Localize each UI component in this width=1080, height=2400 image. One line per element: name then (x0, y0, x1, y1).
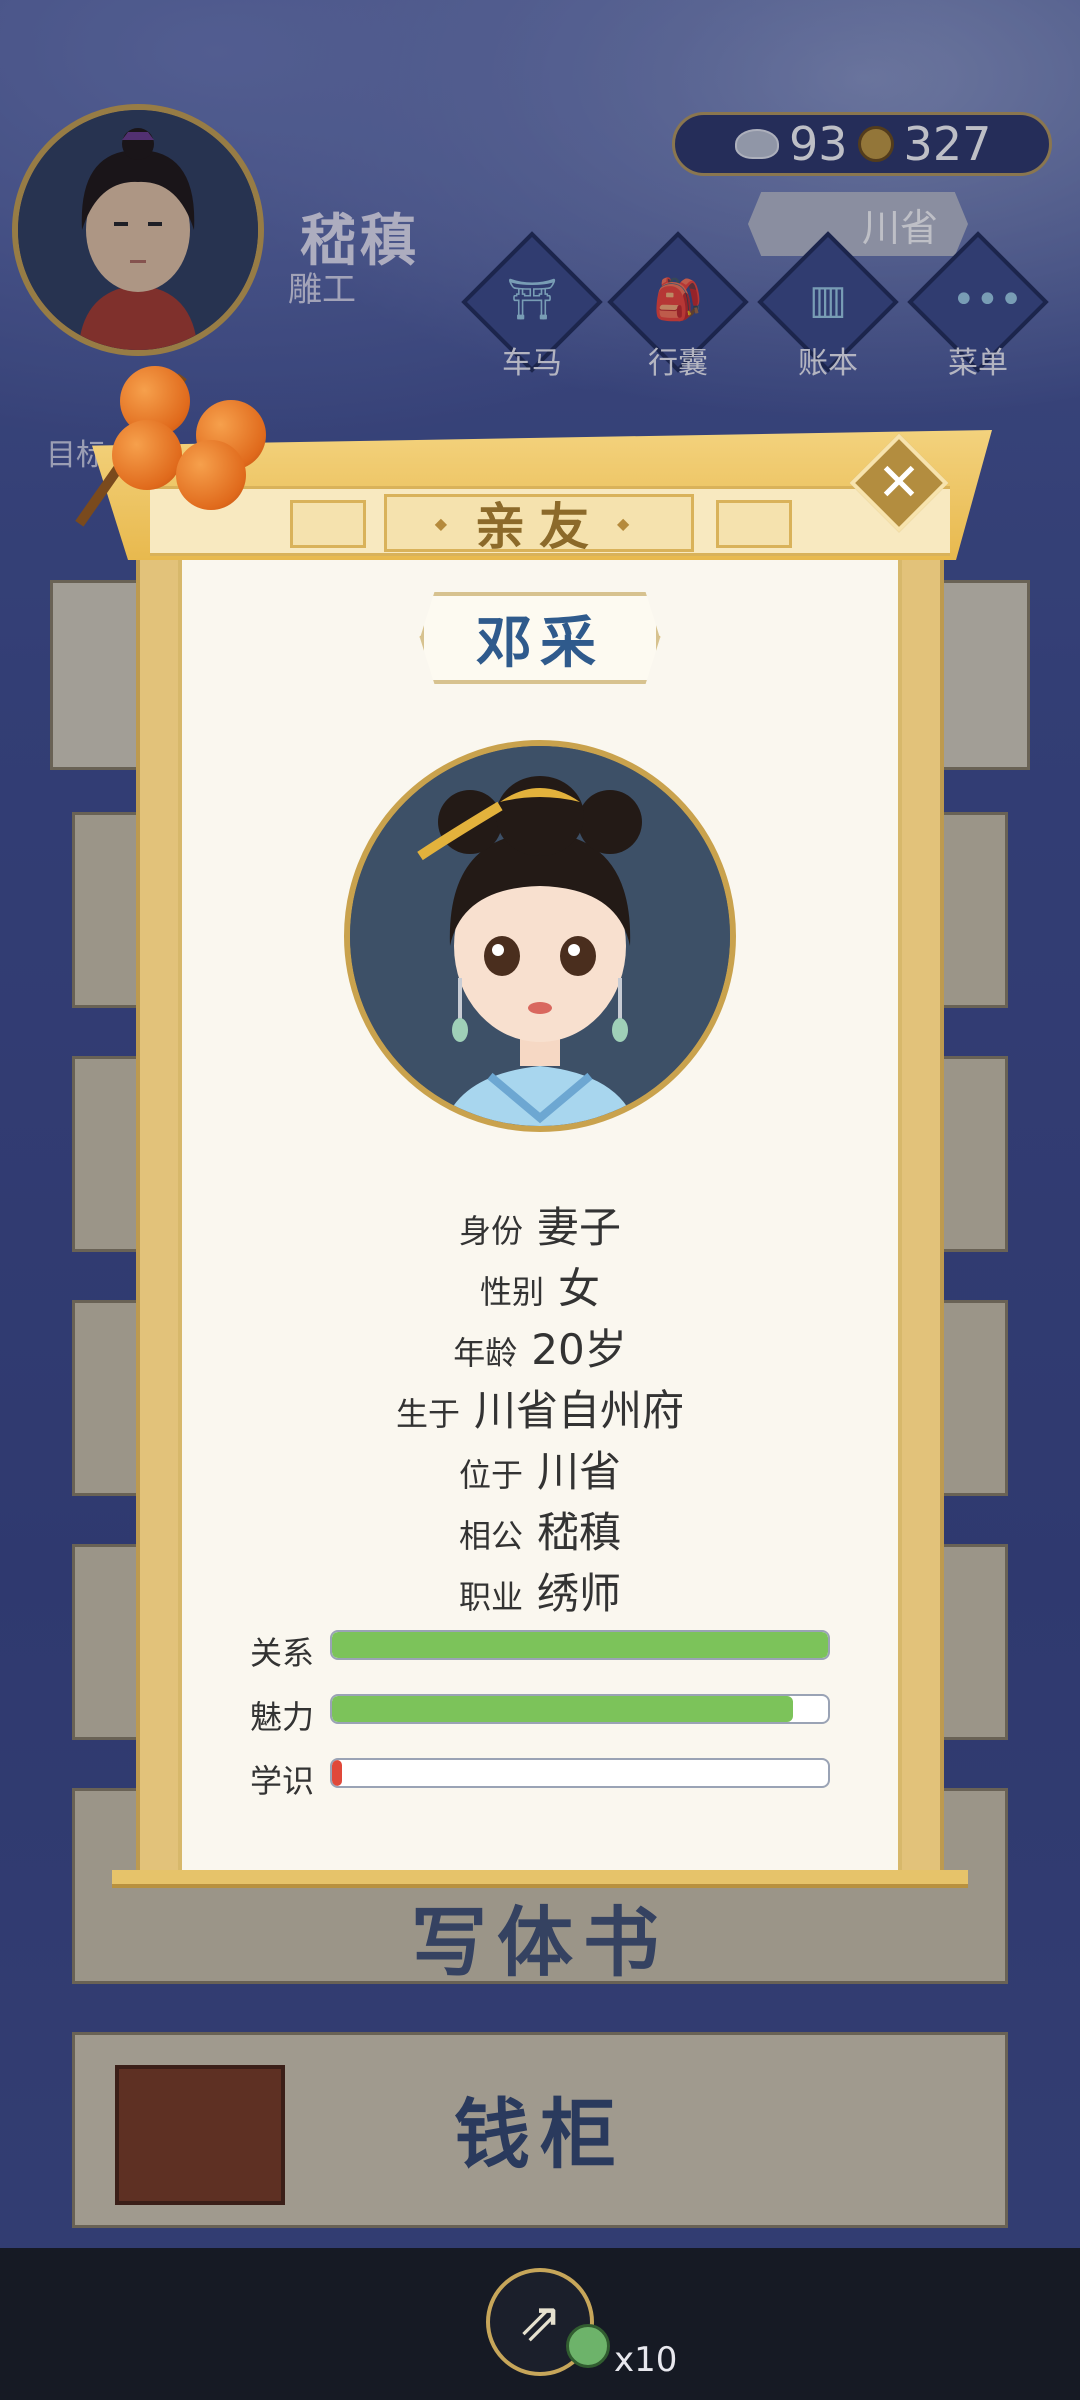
info-identity: 身份 妻子 (458, 1203, 622, 1252)
relationship-bar: 关系 (250, 1628, 830, 1672)
character-name-plate: 邓采 (420, 592, 660, 684)
knowledge-bar: 学识 (250, 1756, 830, 1800)
charm-bar-fill (332, 1696, 794, 1722)
header-ornament-left (290, 500, 366, 548)
knowledge-bar-fill (332, 1760, 342, 1786)
header-ornament-right (716, 500, 792, 548)
dialog-bottom-rod (112, 1870, 968, 1888)
close-icon[interactable]: ✕ (864, 448, 934, 518)
character-name: 邓采 (476, 610, 604, 676)
info-gender: 性别女 (479, 1264, 601, 1313)
character-portrait (344, 740, 736, 1132)
info-husband: 相公 嵇稹 (458, 1508, 622, 1557)
info-birthplace: 生于 川省自州府 (395, 1386, 685, 1435)
share-count: x10 (614, 2340, 678, 2380)
dialog-title: 亲友 (384, 494, 694, 556)
jade-token-icon (566, 2324, 610, 2368)
info-occupation: 职业 绣师 (458, 1569, 622, 1618)
info-age: 年龄 20岁 (453, 1325, 627, 1374)
share-icon: ⇗ (517, 2290, 563, 2353)
charm-bar: 魅力 (250, 1692, 830, 1736)
relationship-bar-fill (332, 1632, 828, 1658)
info-location: 位于 川省 (458, 1447, 622, 1496)
